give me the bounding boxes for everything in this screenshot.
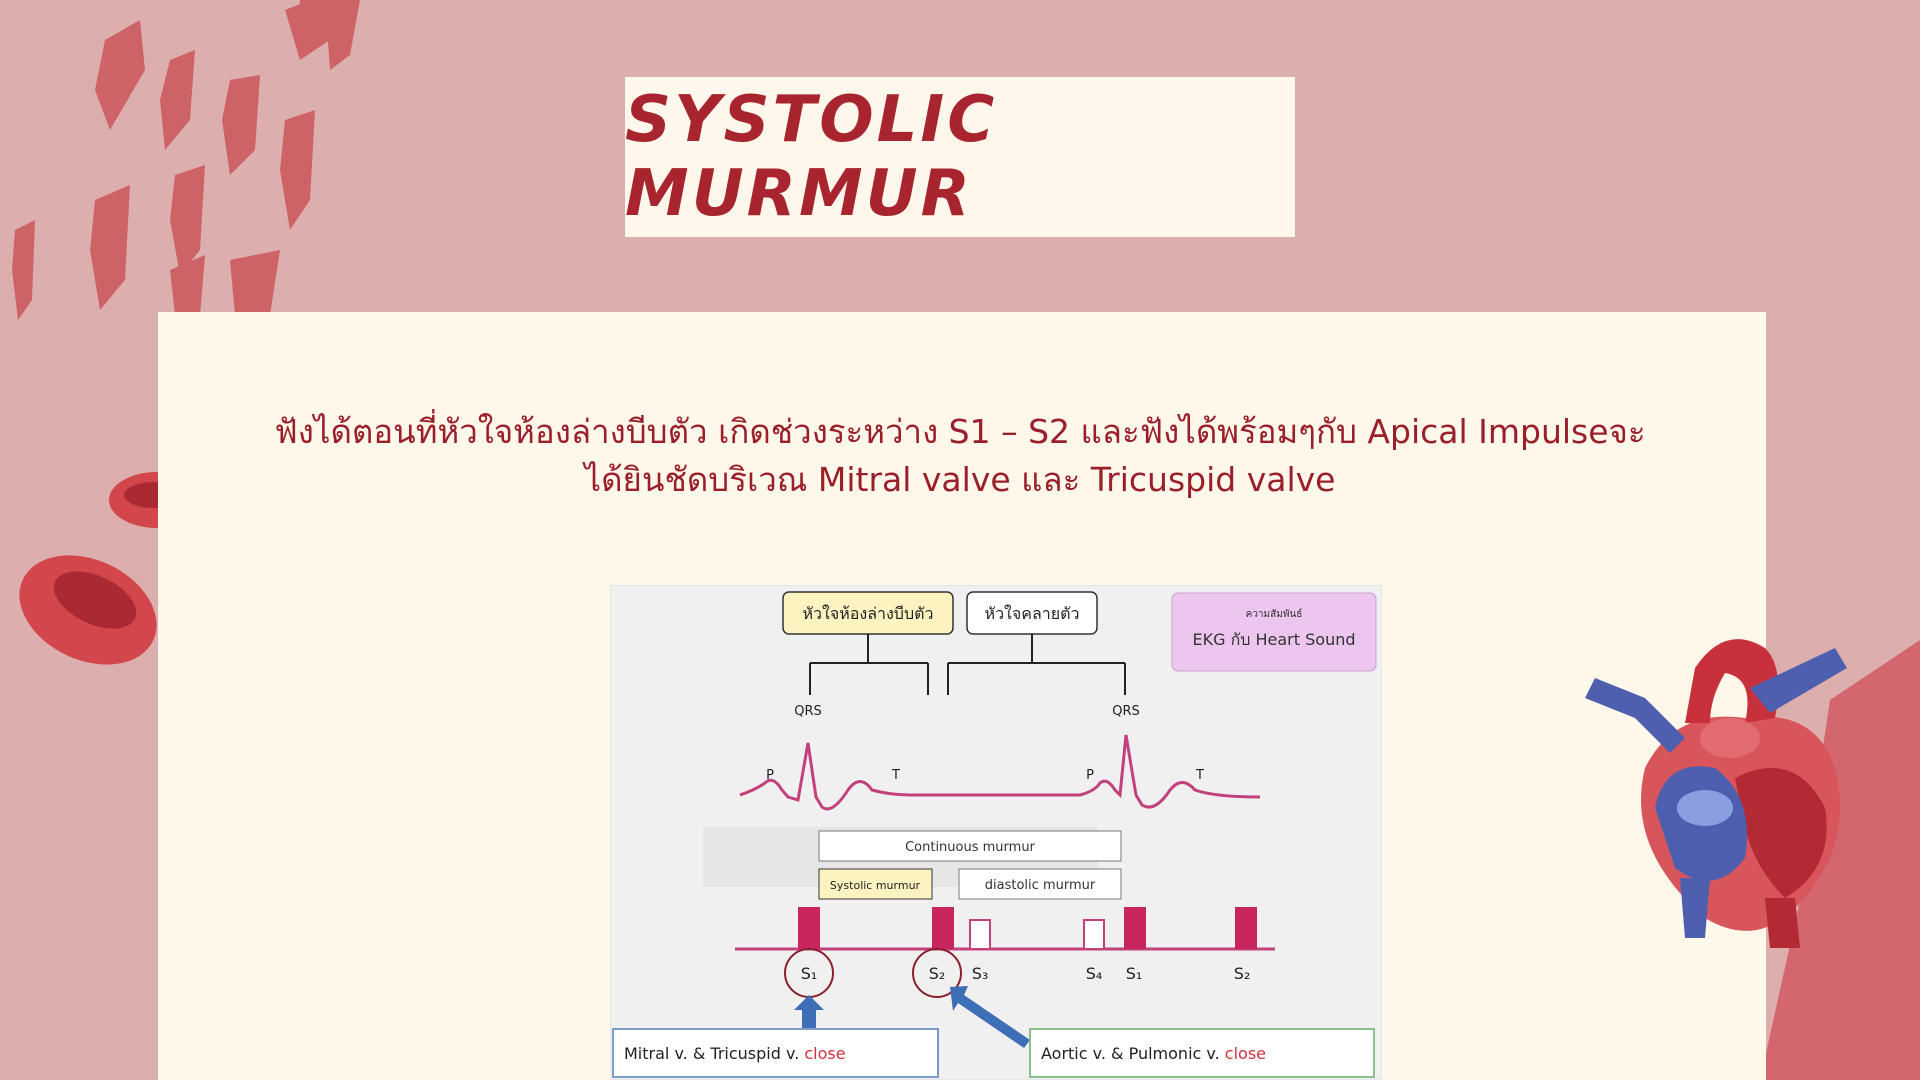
sound-label-s2: S₂ <box>929 964 946 983</box>
sound-bar-s3 <box>969 919 991 950</box>
brush-stroke <box>170 255 205 315</box>
systolic-murmur-label: Systolic murmur <box>830 879 921 892</box>
aortic-valve-label: Aortic v. & Pulmonic v. close <box>1041 1044 1266 1063</box>
qrs-label-right: QRS <box>1112 704 1140 719</box>
sound-label-s3: S₃ <box>972 964 989 983</box>
wave-label-p1: P <box>766 768 774 783</box>
label-relax: หัวใจคลายตัว <box>985 604 1080 623</box>
mitral-close-text: close <box>804 1044 845 1063</box>
wave-label-t1: T <box>891 768 900 783</box>
brush-stroke <box>325 0 360 70</box>
brush-stroke <box>90 185 130 310</box>
wave-label-t2: T <box>1195 768 1204 783</box>
heart-illustration <box>1585 639 1847 948</box>
sound-label-s2b: S₂ <box>1234 964 1251 983</box>
brush-stroke <box>12 220 35 320</box>
sound-bar-s2b <box>1235 907 1257 949</box>
sound-bar-s1b <box>1124 907 1146 949</box>
sound-bar-s2 <box>932 907 954 949</box>
qrs-label-left: QRS <box>794 704 822 719</box>
mitral-valve-text: Mitral v. & Tricuspid v. <box>624 1044 799 1063</box>
description-line-2: ได้ยินชัดบริเวณ Mitral valve และ Tricusp… <box>584 460 1336 499</box>
brush-strokes <box>12 0 360 320</box>
ekg-heart-sound-diagram: หัวใจห้องล่างบีบตัว หัวใจคลายตัว ความสัม… <box>610 585 1382 1080</box>
brush-stroke <box>95 20 145 130</box>
sound-bar-s1 <box>798 907 820 949</box>
heart-valve <box>1677 790 1733 826</box>
heart-highlight <box>1700 718 1760 758</box>
brush-stroke <box>222 75 260 175</box>
brush-stroke <box>160 50 195 150</box>
aortic-valve-text: Aortic v. & Pulmonic v. <box>1041 1044 1220 1063</box>
continuous-murmur-label: Continuous murmur <box>905 840 1035 855</box>
brush-stroke <box>230 250 280 315</box>
legend-title: ความสัมพันธ์ <box>1246 608 1303 620</box>
slide-title: SYSTOLIC MURMUR <box>625 83 998 231</box>
description-line-1: ฟังได้ตอนที่หัวใจห้องล่างบีบตัว เกิดช่วง… <box>274 412 1646 451</box>
title-box: SYSTOLIC MURMUR <box>625 77 1295 237</box>
diastolic-murmur-label: diastolic murmur <box>985 878 1096 893</box>
heart-aorta <box>1685 639 1779 723</box>
aortic-close-text: close <box>1225 1044 1266 1063</box>
sound-label-s1b: S₁ <box>1126 964 1143 983</box>
heart-descending-vessel <box>1765 898 1800 948</box>
heart-inferior-vena-cava <box>1680 878 1710 938</box>
wave-label-p2: P <box>1086 768 1094 783</box>
heart-superior-vena-cava <box>1585 678 1685 753</box>
legend-label: EKG กับ Heart Sound <box>1192 630 1355 649</box>
brush-stroke <box>280 110 315 230</box>
sound-label-s1: S₁ <box>801 964 818 983</box>
mitral-valve-label: Mitral v. & Tricuspid v. close <box>624 1044 846 1063</box>
label-contract: หัวใจห้องล่างบีบตัว <box>803 604 934 623</box>
description: ฟังได้ตอนที่หัวใจห้องล่างบีบตัว เกิดช่วง… <box>200 408 1720 504</box>
sound-label-s4: S₄ <box>1086 964 1103 983</box>
sound-bar-s4 <box>1083 919 1105 950</box>
blood-cell <box>19 555 157 665</box>
